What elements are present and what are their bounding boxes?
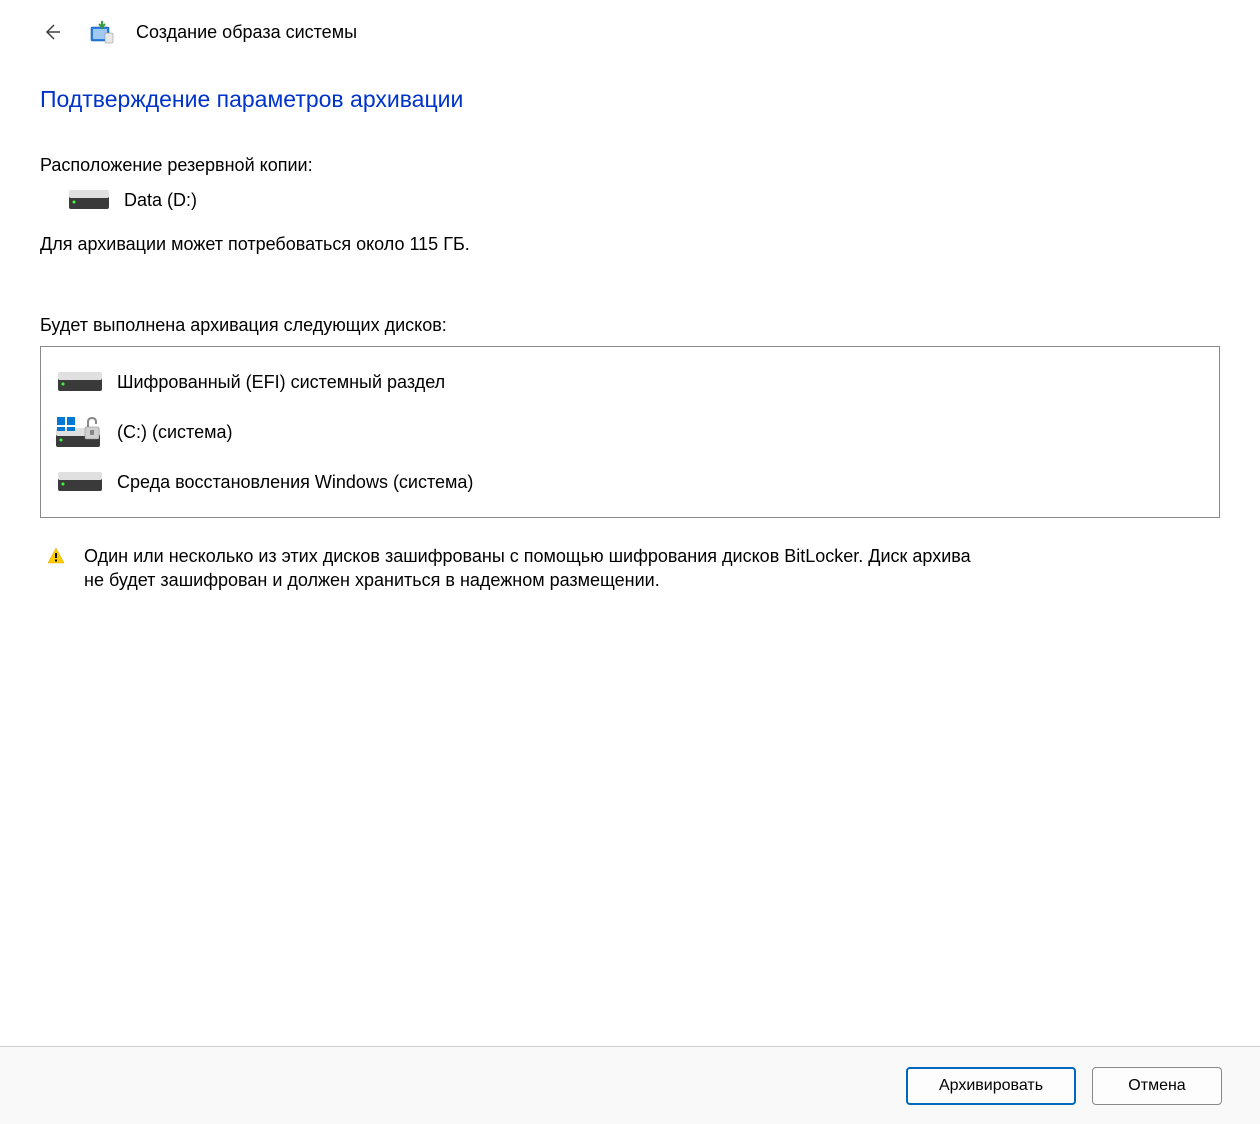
list-item: Среда восстановления Windows (система) [55,457,1205,507]
size-estimate: Для архивации может потребоваться около … [40,234,1220,255]
warning-icon [46,546,66,566]
warning-message: Один или несколько из этих дисков зашифр… [40,544,1220,593]
dialog-footer: Архивировать Отмена [0,1046,1260,1124]
archive-button[interactable]: Архивировать [906,1067,1076,1105]
list-item: Шифрованный (EFI) системный раздел [55,357,1205,407]
arrow-left-icon [42,22,62,42]
backup-location-row: Data (D:) [68,188,1220,212]
backup-location-value: Data (D:) [124,190,197,211]
back-button[interactable] [40,20,64,44]
drives-list: Шифрованный (EFI) системный раздел (C:) … [40,346,1220,518]
wizard-container: Создание образа системы Подтверждение па… [0,0,1260,1026]
drive-name: Среда восстановления Windows (система) [117,472,473,493]
window-title: Создание образа системы [136,22,357,43]
drive-icon [55,367,105,397]
drives-list-label: Будет выполнена архивация следующих диск… [40,315,1220,336]
drive-name: Шифрованный (EFI) системный раздел [117,372,445,393]
list-item: (C:) (система) [55,407,1205,457]
system-image-icon [88,18,116,46]
backup-location-label: Расположение резервной копии: [40,155,1220,176]
page-heading: Подтверждение параметров архивации [40,86,1220,113]
drive-icon [68,188,110,212]
drive-locked-icon [55,417,105,447]
drive-name: (C:) (система) [117,422,232,443]
drive-icon [55,467,105,497]
header-row: Создание образа системы [40,18,1220,46]
cancel-button[interactable]: Отмена [1092,1067,1222,1105]
warning-text: Один или несколько из этих дисков зашифр… [84,544,984,593]
